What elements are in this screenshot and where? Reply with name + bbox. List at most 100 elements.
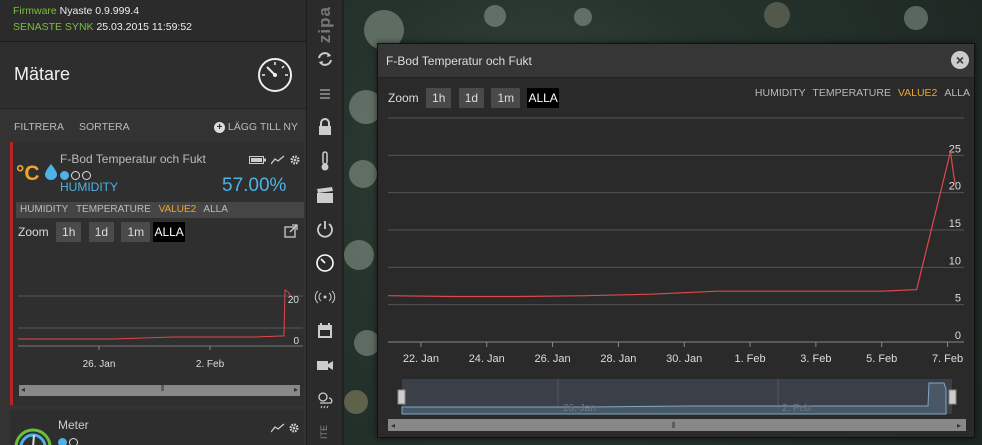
window-title: F-Bod Temperatur och Fukt	[386, 54, 532, 68]
card-title: F-Bod Temperatur och Fukt	[60, 152, 206, 166]
page-dot[interactable]	[82, 171, 91, 180]
scroll-grip-icon[interactable]: ⦀	[161, 384, 165, 394]
meter-gauge-icon[interactable]	[314, 252, 336, 274]
sort-button[interactable]: SORTERA	[79, 121, 130, 133]
navigator-scrollbar[interactable]	[388, 419, 966, 431]
zoom-1h-button[interactable]: 1h	[426, 88, 452, 108]
card-actions	[249, 152, 300, 170]
meters-header: Mätare	[0, 42, 306, 109]
zoom-controls: Zoom 1h 1d 1m ALLA	[388, 88, 559, 108]
meters-panel: Firmware Nyaste 0.9.999.4 SENASTE SYNK 2…	[0, 0, 306, 445]
y-tick-label: 0	[293, 336, 299, 347]
battery-icon	[249, 156, 266, 164]
scene-clapper-icon[interactable]	[314, 184, 336, 206]
close-icon[interactable]: ×	[951, 51, 969, 69]
popout-icon[interactable]	[284, 224, 298, 238]
zoom-all-button[interactable]: ALLA	[153, 222, 185, 242]
signal-icon[interactable]	[314, 286, 336, 308]
navigator-tick: 26. Jan	[563, 403, 596, 414]
page-dots	[58, 434, 80, 445]
legend-humidity[interactable]: HUMIDITY	[755, 87, 806, 99]
tab-value2[interactable]: VALUE2	[159, 204, 197, 215]
card-actions	[270, 420, 299, 438]
zoom-controls: Zoom 1h 1d 1m ALLA	[18, 222, 185, 242]
calendar-icon[interactable]	[314, 320, 336, 342]
firmware-label: Firmware	[13, 5, 57, 17]
nav-strip: zipa ITE	[306, 0, 343, 445]
x-tick-label: 5. Feb	[866, 353, 897, 365]
gear-icon[interactable]	[289, 423, 299, 433]
page-dot[interactable]	[69, 438, 78, 445]
filter-button[interactable]: FILTRERA	[14, 121, 64, 133]
zoom-1m-button[interactable]: 1m	[121, 222, 151, 242]
chart-icon[interactable]	[270, 423, 285, 433]
gauge-icon	[258, 58, 292, 92]
meter-card[interactable]: °C F-Bod Temperatur och Fukt HUMIDITY 57…	[10, 142, 304, 405]
weather-icon[interactable]	[314, 388, 336, 410]
scroll-right-arrow[interactable]: ▸	[957, 421, 961, 430]
current-value: 57.00%	[222, 175, 287, 196]
scroll-grip-icon[interactable]: ⦀	[672, 421, 676, 430]
thermometer-icon[interactable]	[314, 150, 336, 172]
series-label: HUMIDITY	[60, 180, 118, 194]
page-dot[interactable]	[60, 171, 69, 180]
zoom-label: Zoom	[18, 225, 49, 239]
y-tick-label: 10	[949, 255, 961, 267]
navigator-left-handle[interactable]	[397, 389, 406, 405]
main-chart: 051015202522. Jan 24. Jan 26. Jan 28. Jan 30…	[387, 117, 964, 365]
scroll-right-arrow[interactable]: ▸	[294, 385, 298, 394]
sync-icon[interactable]	[314, 48, 336, 70]
series-line	[387, 151, 957, 298]
sync-time: 25.03.2015 11:59:52	[96, 21, 193, 33]
x-tick-label: 26. Jan	[83, 359, 116, 370]
chart-navigator[interactable]: 26. Jan 2. Feb ◂ ⦀ ▸	[388, 379, 966, 431]
page-dot[interactable]	[58, 438, 67, 445]
scroll-left-arrow[interactable]: ◂	[391, 421, 395, 430]
mini-scrollbar[interactable]: ◂ ⦀ ▸	[19, 384, 300, 396]
meter-card-2[interactable]: Meter	[10, 410, 304, 445]
humidity-drop-icon	[45, 164, 57, 180]
power-icon[interactable]	[314, 218, 336, 240]
add-new-label: LÄGG TILL NY	[227, 121, 298, 133]
y-tick-label: 20	[288, 295, 300, 306]
x-tick-label: 28. Jan	[600, 353, 636, 365]
x-tick-label: 2. Feb	[196, 359, 225, 370]
chart-icon[interactable]	[270, 155, 285, 165]
filter-bar: FILTRERA SORTERA + LÄGG TILL NY	[0, 110, 306, 142]
zoom-1d-button[interactable]: 1d	[88, 222, 115, 242]
meter-title: Meter	[58, 418, 89, 432]
video-camera-icon[interactable]	[314, 354, 336, 376]
plus-icon: +	[214, 122, 225, 133]
navigator-right-handle[interactable]	[948, 389, 957, 405]
system-info: Firmware Nyaste 0.9.999.4 SENASTE SYNK 2…	[0, 0, 306, 42]
lock-icon[interactable]	[314, 116, 336, 138]
add-new-button[interactable]: + LÄGG TILL NY	[214, 121, 298, 133]
zoom-1m-button[interactable]: 1m	[491, 88, 521, 108]
legend-temperature[interactable]: TEMPERATURE	[812, 87, 891, 99]
series-line	[18, 289, 292, 340]
gear-icon[interactable]	[290, 155, 300, 165]
temperature-icon: °C	[16, 162, 40, 185]
tab-temperature[interactable]: TEMPERATURE	[76, 204, 151, 215]
menu-icon[interactable]	[314, 83, 336, 105]
window-header: F-Bod Temperatur och Fukt ×	[378, 44, 974, 78]
brand-logo: zipa	[315, 6, 334, 44]
sync-label: SENASTE SYNK	[13, 21, 94, 33]
legend-value2[interactable]: VALUE2	[898, 87, 938, 99]
y-tick-label: 15	[949, 218, 961, 230]
series-legend: HUMIDITY TEMPERATURE VALUE2 ALLA	[751, 87, 970, 99]
zoom-1h-button[interactable]: 1h	[56, 222, 82, 242]
tab-humidity[interactable]: HUMIDITY	[20, 204, 68, 215]
zoom-label: Zoom	[388, 91, 419, 105]
series-tabs: HUMIDITY TEMPERATURE VALUE2 ALLA	[16, 202, 304, 218]
page-title: Mätare	[14, 64, 71, 84]
zoom-all-button[interactable]: ALLA	[527, 88, 559, 108]
legend-all[interactable]: ALLA	[944, 87, 970, 99]
page-dot[interactable]	[71, 171, 80, 180]
meter-gauge-icon	[14, 428, 52, 445]
firmware-version: Nyaste 0.9.999.4	[59, 5, 140, 17]
tab-all[interactable]: ALLA	[203, 204, 227, 215]
scroll-left-arrow[interactable]: ◂	[21, 385, 25, 394]
x-tick-label: 30. Jan	[666, 353, 702, 365]
zoom-1d-button[interactable]: 1d	[458, 88, 485, 108]
